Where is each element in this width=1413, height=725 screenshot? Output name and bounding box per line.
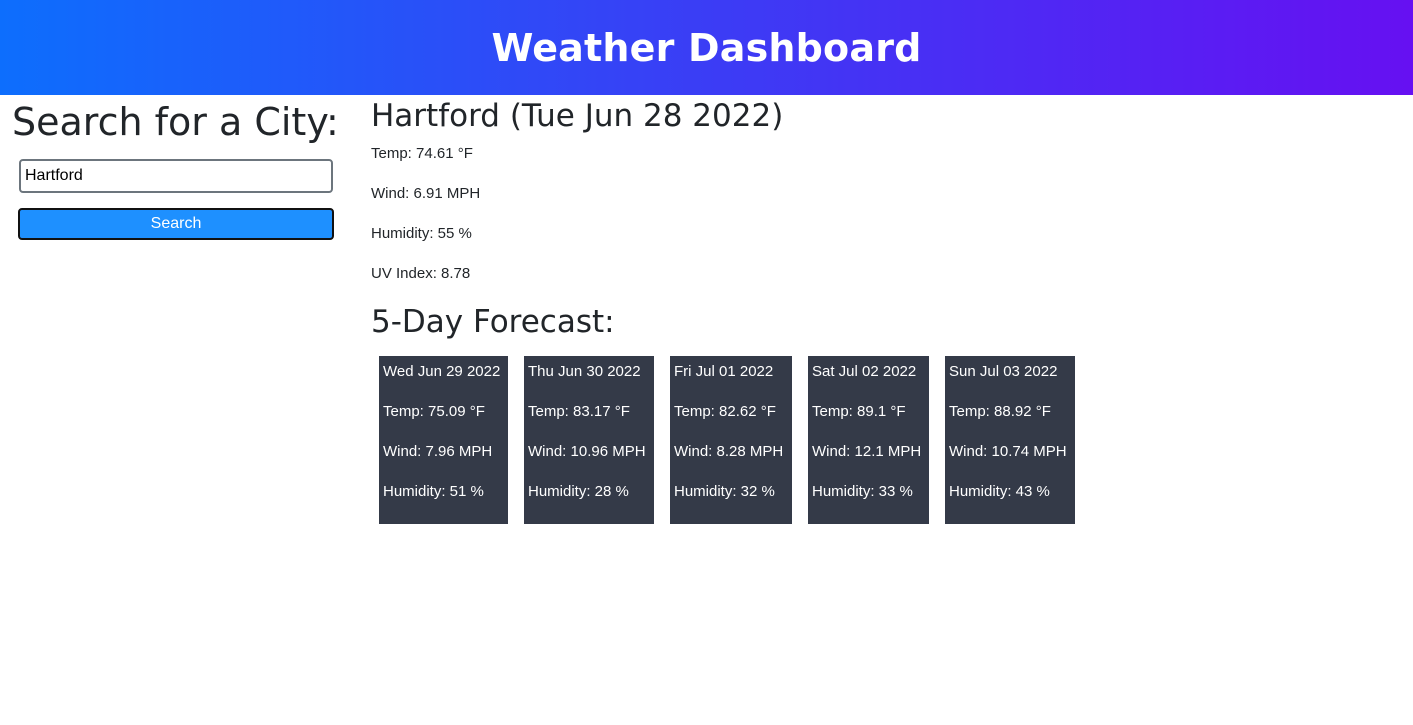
forecast-temp: Temp: 83.17 °F xyxy=(528,403,630,420)
forecast-card: Thu Jun 30 2022 Temp: 83.17 °F Wind: 10.… xyxy=(524,356,654,524)
forecast-wind: Wind: 10.96 MPH xyxy=(528,443,646,460)
forecast-humidity: Humidity: 51 % xyxy=(383,483,484,500)
forecast-wind: Wind: 7.96 MPH xyxy=(383,443,493,460)
forecast-date: Fri Jul 01 2022 xyxy=(674,363,774,380)
city-search-input[interactable] xyxy=(19,159,333,193)
forecast-date: Thu Jun 30 2022 xyxy=(528,363,641,380)
current-humidity: Humidity: 55 % xyxy=(371,225,472,242)
forecast-card: Sat Jul 02 2022 Temp: 89.1 °F Wind: 12.1… xyxy=(808,356,929,524)
forecast-date: Sun Jul 03 2022 xyxy=(949,363,1058,380)
forecast-humidity: Humidity: 43 % xyxy=(949,483,1050,500)
forecast-cards: Wed Jun 29 2022 Temp: 75.09 °F Wind: 7.9… xyxy=(379,356,1091,524)
current-uv-index: UV Index: 8.78 xyxy=(371,265,471,282)
forecast-card: Sun Jul 03 2022 Temp: 88.92 °F Wind: 10.… xyxy=(945,356,1075,524)
forecast-wind: Wind: 10.74 MPH xyxy=(949,443,1067,460)
search-panel: Search for a City: Search xyxy=(12,100,342,240)
forecast-wind: Wind: 12.1 MPH xyxy=(812,443,922,460)
forecast-humidity: Humidity: 32 % xyxy=(674,483,775,500)
forecast-wind: Wind: 8.28 MPH xyxy=(674,443,784,460)
search-heading: Search for a City: xyxy=(12,100,339,144)
forecast-heading: 5-Day Forecast: xyxy=(371,304,615,340)
forecast-date: Wed Jun 29 2022 xyxy=(383,363,501,380)
forecast-temp: Temp: 88.92 °F xyxy=(949,403,1051,420)
forecast-temp: Temp: 75.09 °F xyxy=(383,403,485,420)
current-temp: Temp: 74.61 °F xyxy=(371,145,473,162)
forecast-temp: Temp: 82.62 °F xyxy=(674,403,776,420)
header-banner: Weather Dashboard xyxy=(0,0,1413,95)
current-wind: Wind: 6.91 MPH xyxy=(371,185,481,202)
forecast-card: Wed Jun 29 2022 Temp: 75.09 °F Wind: 7.9… xyxy=(379,356,508,524)
forecast-temp: Temp: 89.1 °F xyxy=(812,403,906,420)
forecast-date: Sat Jul 02 2022 xyxy=(812,363,917,380)
page-title: Weather Dashboard xyxy=(491,25,922,70)
forecast-card: Fri Jul 01 2022 Temp: 82.62 °F Wind: 8.2… xyxy=(670,356,792,524)
current-city-heading: Hartford (Tue Jun 28 2022) xyxy=(371,98,784,134)
forecast-humidity: Humidity: 33 % xyxy=(812,483,913,500)
search-button[interactable]: Search xyxy=(18,208,334,240)
current-weather: Hartford (Tue Jun 28 2022) Temp: 74.61 °… xyxy=(371,96,783,304)
forecast-humidity: Humidity: 28 % xyxy=(528,483,629,500)
